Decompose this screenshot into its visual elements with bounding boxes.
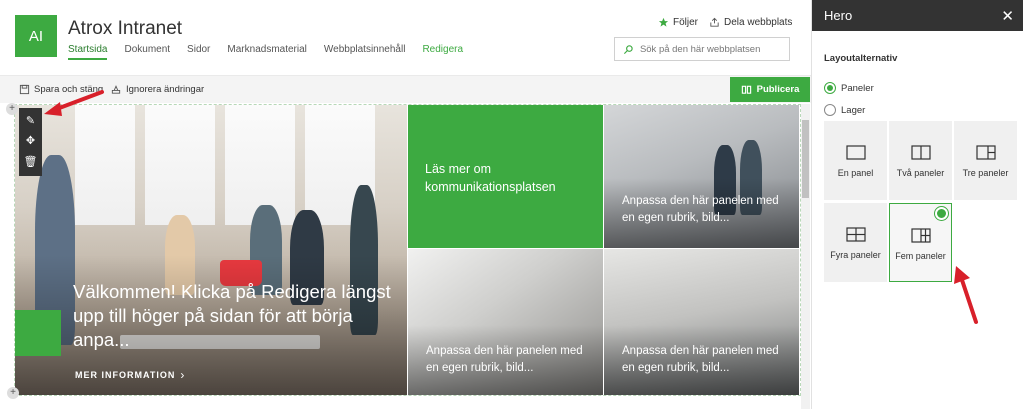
annotation-arrow-icon [954,266,978,324]
green-accent-block [15,310,61,356]
layout-option-four-panels[interactable]: Fyra paneler [824,203,887,282]
three-panels-icon [975,145,996,160]
share-label: Dela webbplats [724,17,793,28]
webpart-toolbox: ✎ ✥ 🗑 [19,108,42,176]
nav-item-startsida[interactable]: Startsida [68,44,108,60]
hero-tile-3[interactable]: Anpassa den här panelen med en egen rubr… [408,249,603,395]
move-icon[interactable]: ✥ [26,136,35,147]
layout-option-two-panels[interactable]: Två paneler [889,121,952,200]
tile-4-text: Anpassa den här panelen med en egen rubr… [622,345,779,374]
nav-item-sidor[interactable]: Sidor [187,44,210,60]
radio-paneler-label: Paneler [841,82,874,94]
follow-label: Följer [673,17,699,28]
book-icon [741,85,751,94]
layout-option-label: Fyra paneler [830,250,881,260]
site-header: AI Atrox Intranet Startsida Dokument Sid… [0,0,811,76]
five-panels-icon [910,228,931,243]
publish-button[interactable]: Publicera [730,77,810,102]
hero-tile-green[interactable]: Läs mer om kommunikationsplatsen [408,105,603,248]
chevron-right-icon: › [180,368,186,382]
hero-more-label: MER INFORMATION [75,370,176,380]
search-input[interactable] [639,43,789,55]
save-icon [19,84,30,95]
window-decor [145,105,215,225]
layout-options-label: Layoutalternativ [824,53,898,64]
property-panel: Hero ✕ Layoutalternativ Paneler Lager En… [811,0,1023,409]
two-panels-icon [910,145,931,160]
follow-button[interactable]: Följer [658,17,698,28]
site-title[interactable]: Atrox Intranet [68,18,182,40]
close-icon[interactable]: ✕ [1001,7,1014,25]
nav-item-webbplatsinnehall[interactable]: Webbplatsinnehåll [324,44,406,60]
site-logo-text: AI [28,27,44,45]
publish-label: Publicera [756,84,800,95]
layout-option-one-panel[interactable]: En panel [824,121,887,200]
discard-changes-label: Ignorera ändringar [126,84,205,95]
trash-icon[interactable]: 🗑 [24,157,38,168]
radio-dot [824,104,836,116]
discard-changes-button[interactable]: Ignorera ändringar [110,84,204,95]
radio-paneler[interactable]: Paneler [824,82,874,94]
share-icon [710,17,719,27]
site-logo[interactable]: AI [15,15,57,57]
four-panels-icon [845,227,866,242]
radio-lager[interactable]: Lager [824,104,865,116]
page: AI Atrox Intranet Startsida Dokument Sid… [0,0,1023,409]
share-button[interactable]: Dela webbplats [709,17,792,28]
panel-title: Hero [824,8,853,23]
tile-3-text: Anpassa den här panelen med en egen rubr… [426,345,583,374]
hero-main-title: Välkommen! Klicka på Redigera längst upp… [73,281,391,350]
tile-2-text: Anpassa den här panelen med en egen rubr… [622,195,779,224]
nav-item-dokument[interactable]: Dokument [124,44,170,60]
search-box [614,37,790,61]
search-icon [623,44,633,54]
top-nav: Startsida Dokument Sidor Marknadsmateria… [68,44,463,60]
scrollbar-thumb[interactable] [802,120,809,198]
layout-option-label: En panel [837,168,874,178]
layout-option-five-panels[interactable]: Fem paneler [889,203,952,282]
panel-header: Hero ✕ [812,0,1023,31]
layout-option-label: Tre paneler [962,168,1009,178]
layout-option-label: Två paneler [896,168,945,178]
annotation-arrow-icon [44,90,104,116]
layout-option-three-panels[interactable]: Tre paneler [954,121,1017,200]
pencil-icon[interactable]: ✎ [26,115,35,127]
add-section-bottom-icon[interactable]: + [7,387,19,399]
add-section-top-icon[interactable]: + [6,103,18,115]
hero-tile-main[interactable]: Välkommen! Klicka på Redigera längst upp… [15,105,407,395]
nav-item-redigera[interactable]: Redigera [422,44,463,60]
star-icon [658,17,669,27]
page-scrollbar[interactable] [801,104,810,409]
selected-check-icon [935,207,948,220]
discard-icon [111,85,121,94]
radio-lager-label: Lager [841,104,866,116]
one-panel-icon [845,145,866,160]
radio-dot-selected [824,82,836,94]
hero-more-link[interactable]: MER INFORMATION › [75,368,185,382]
green-tile-text: Läs mer om kommunikationsplatsen [425,162,556,194]
hero-tile-2[interactable]: Anpassa den här panelen med en egen rubr… [604,105,799,248]
layout-option-label: Fem paneler [895,251,946,261]
hero-tile-4[interactable]: Anpassa den här panelen med en egen rubr… [604,249,799,395]
window-decor [75,105,135,225]
nav-item-marknadsmaterial[interactable]: Marknadsmaterial [227,44,306,60]
